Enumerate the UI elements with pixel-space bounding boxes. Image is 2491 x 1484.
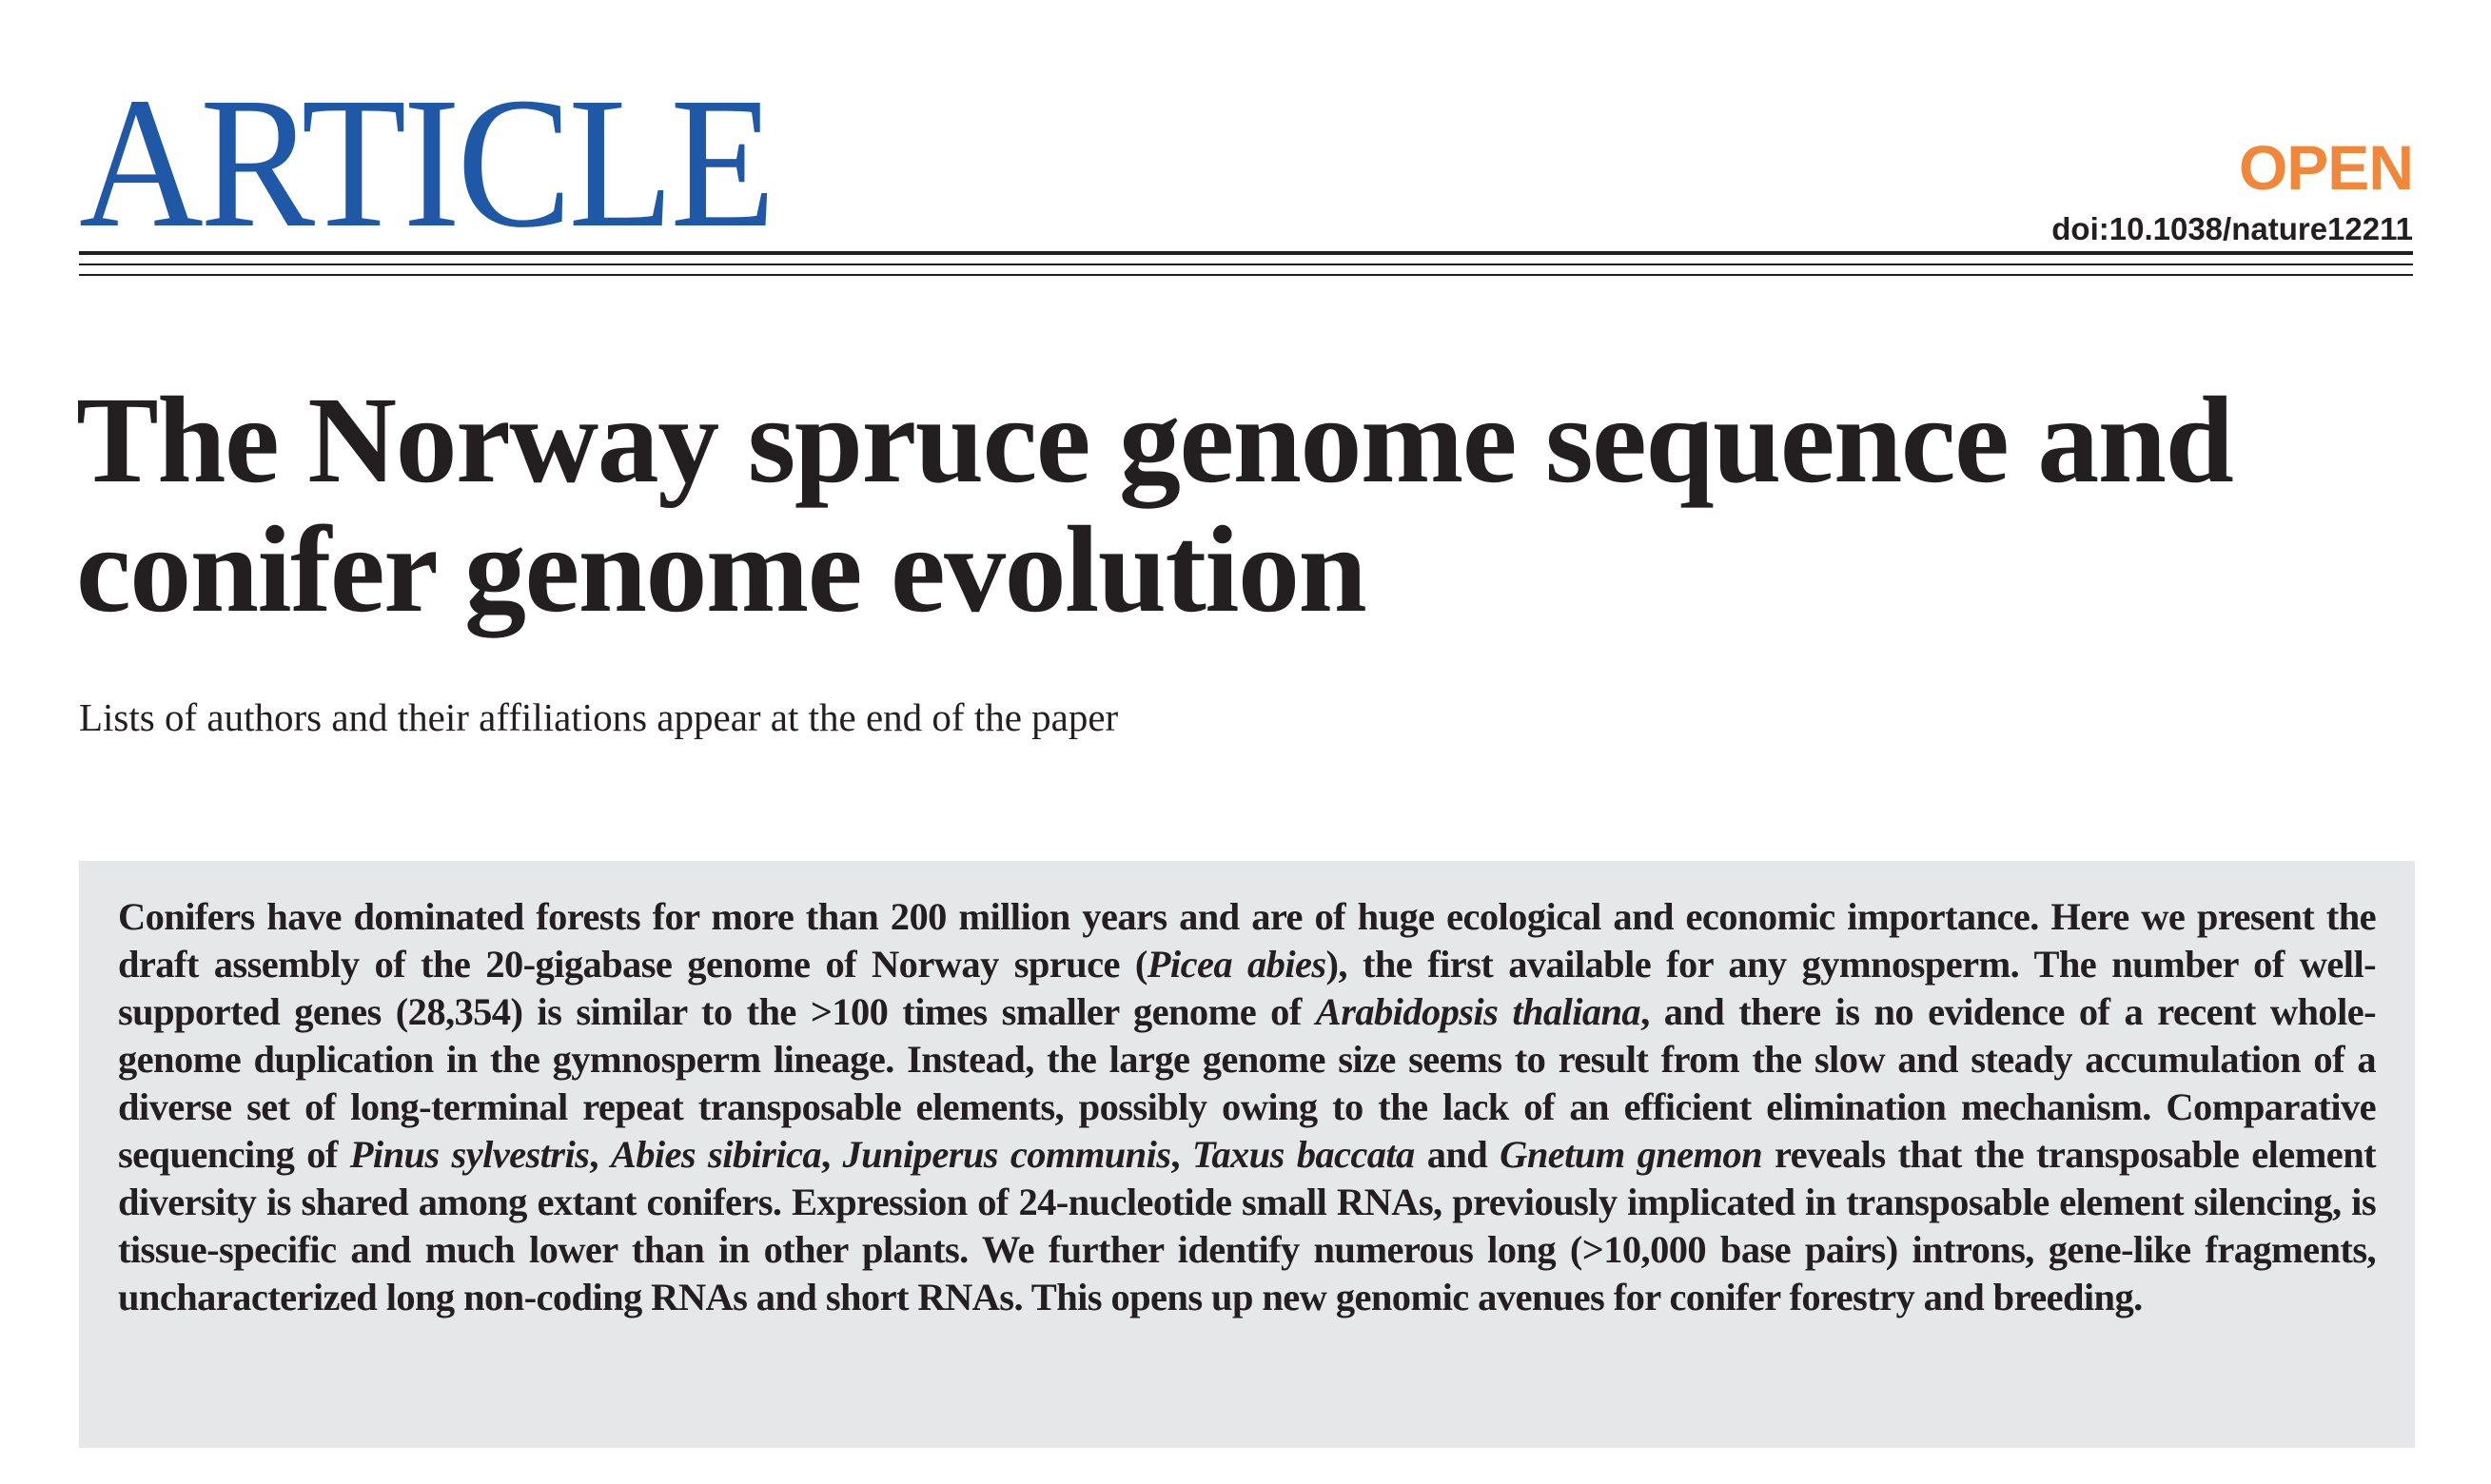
species-name: Gnetum gnemon bbox=[1500, 1133, 1763, 1176]
abstract-segment: , bbox=[821, 1133, 843, 1176]
species-name: Picea abies bbox=[1147, 943, 1326, 986]
header-rule-thin bbox=[79, 264, 2413, 265]
species-name: Arabidopsis thaliana bbox=[1315, 990, 1641, 1033]
species-name: Taxus baccata bbox=[1191, 1133, 1415, 1176]
header-rule-thick bbox=[79, 251, 2413, 255]
open-access-badge: OPEN bbox=[2238, 132, 2414, 203]
abstract-text: Conifers have dominated forests for more… bbox=[118, 893, 2377, 1321]
header-rule-thin-bottom bbox=[79, 274, 2413, 276]
doi-link[interactable]: doi:10.1038/nature12211 bbox=[2051, 213, 2413, 244]
abstract-segment: and bbox=[1414, 1133, 1500, 1176]
article-title: The Norway spruce genome sequence and co… bbox=[76, 372, 2234, 638]
abstract-box: Conifers have dominated forests for more… bbox=[79, 861, 2415, 1448]
authors-note: Lists of authors and their affiliations … bbox=[79, 695, 1119, 739]
abstract-segment: , bbox=[589, 1133, 611, 1176]
species-name: Juniperus communis bbox=[842, 1133, 1171, 1176]
species-name: Pinus sylvestris bbox=[349, 1133, 590, 1176]
section-masthead: ARTICLE bbox=[79, 58, 775, 266]
abstract-segment: , bbox=[1170, 1133, 1192, 1176]
species-name: Abies sibirica bbox=[610, 1133, 822, 1176]
